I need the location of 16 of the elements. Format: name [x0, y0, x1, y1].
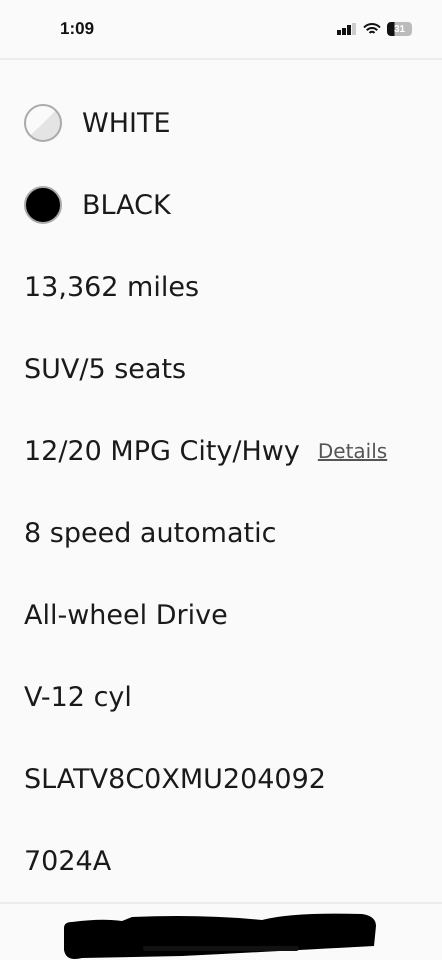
spec-text: 8 speed automatic: [24, 518, 276, 549]
color-name: BLACK: [82, 190, 171, 221]
color-swatch[interactable]: [24, 186, 62, 224]
status-time: 1:09: [60, 19, 94, 40]
spec-text: SUV/5 seats: [24, 354, 186, 385]
signal-icon: [337, 23, 357, 36]
spec-text: 7024A: [24, 846, 112, 877]
spec-text: 12/20 MPG City/Hwy: [24, 436, 300, 467]
spec-text: V-12 cyl: [24, 682, 132, 713]
spec-text: SLATV8C0XMU204092: [24, 764, 326, 795]
spec-text: All-wheel Drive: [24, 600, 228, 631]
details-link[interactable]: Details: [318, 439, 388, 464]
spec-text: 13,362 miles: [24, 272, 200, 303]
color-name: WHITE: [82, 108, 171, 139]
color-swatch[interactable]: [24, 104, 62, 142]
wifi-icon: [363, 22, 381, 36]
